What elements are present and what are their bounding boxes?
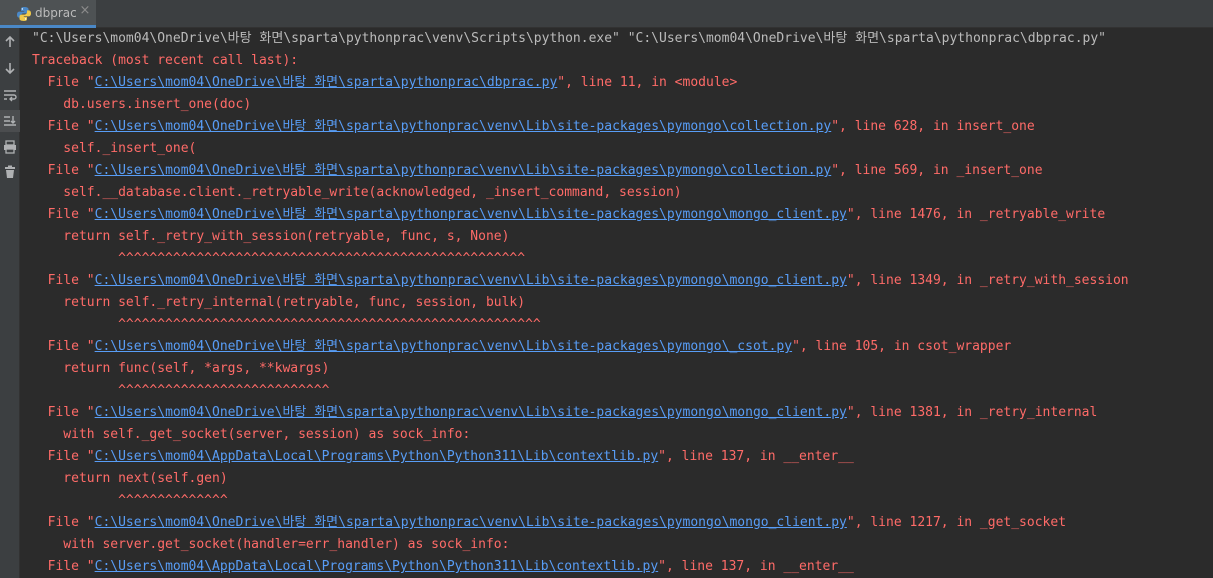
traceback-code-line: db.users.insert_one(doc) [32, 97, 252, 112]
file-path-link[interactable]: C:\Users\mom04\OneDrive\바탕 화면\sparta\pyt… [95, 163, 832, 178]
print-icon[interactable] [0, 136, 20, 158]
traceback-code-line: return func(self, *args, **kwargs) [32, 361, 330, 376]
file-path-link[interactable]: C:\Users\mom04\AppData\Local\Programs\Py… [95, 449, 659, 464]
file-path-link[interactable]: C:\Users\mom04\OneDrive\바탕 화면\sparta\pyt… [95, 207, 847, 222]
scroll-down-arrow-icon[interactable] [0, 57, 20, 79]
caret-marker-line: ^^^^^^^^^^^^^^^^^^^^^^^^^^^^^^^^^^^^^^^^… [32, 317, 541, 332]
run-command: "C:\Users\mom04\OneDrive\바탕 화면\sparta\py… [32, 31, 1107, 46]
traceback-file-line: File "C:\Users\mom04\OneDrive\바탕 화면\spar… [32, 160, 1043, 182]
traceback-file-line: File "C:\Users\mom04\OneDrive\바탕 화면\spar… [32, 336, 1012, 358]
file-path-link[interactable]: C:\Users\mom04\OneDrive\바탕 화면\sparta\pyt… [95, 515, 847, 530]
file-location: ", line 1349, in _retry_with_session [846, 273, 1129, 288]
traceback-code-line: return self._retry_with_session(retryabl… [32, 229, 510, 244]
traceback-code-line: with server.get_socket(handler=err_handl… [32, 537, 510, 552]
file-location: ", line 105, in csot_wrapper [792, 339, 1012, 354]
traceback-file-line: File "C:\Users\mom04\OneDrive\바탕 화면\spar… [32, 204, 1106, 226]
file-prefix: File " [32, 273, 95, 288]
scroll-up-arrow-icon[interactable] [0, 31, 20, 53]
file-prefix: File " [32, 339, 95, 354]
traceback-code-line: return next(self.gen) [32, 471, 228, 486]
file-prefix: File " [32, 515, 95, 530]
traceback-file-line: File "C:\Users\mom04\AppData\Local\Progr… [32, 446, 854, 468]
file-path-link[interactable]: C:\Users\mom04\OneDrive\바탕 화면\sparta\pyt… [95, 119, 832, 134]
file-prefix: File " [32, 449, 95, 464]
file-prefix: File " [32, 207, 95, 222]
file-prefix: File " [32, 163, 95, 178]
file-path-link[interactable]: C:\Users\mom04\OneDrive\바탕 화면\sparta\pyt… [95, 273, 847, 288]
file-location: ", line 137, in __enter__ [658, 559, 854, 574]
run-console-output[interactable]: "C:\Users\mom04\OneDrive\바탕 화면\sparta\py… [20, 28, 1213, 578]
tab-label: dbprac [35, 6, 77, 20]
file-path-link[interactable]: C:\Users\mom04\OneDrive\바탕 화면\sparta\pyt… [95, 405, 847, 420]
traceback-code-line: with self._get_socket(server, session) a… [32, 427, 471, 442]
file-path-link[interactable]: C:\Users\mom04\OneDrive\바탕 화면\sparta\pyt… [95, 75, 558, 90]
file-prefix: File " [32, 119, 95, 134]
caret-marker-line: ^^^^^^^^^^^^^^^^^^^^^^^^^^^^^^^^^^^^^^^^… [32, 251, 526, 266]
file-location: ", line 1476, in _retryable_write [846, 207, 1106, 222]
traceback-file-line: File "C:\Users\mom04\OneDrive\바탕 화면\spar… [32, 72, 738, 94]
traceback-file-line: File "C:\Users\mom04\OneDrive\바탕 화면\spar… [32, 270, 1129, 292]
traceback-code-line: self.__database.client._retryable_write(… [32, 185, 682, 200]
scroll-to-end-icon[interactable] [0, 110, 20, 132]
tab-dbprac[interactable]: dbprac × [0, 0, 96, 28]
traceback-code-line: self._insert_one( [32, 141, 197, 156]
traceback-file-line: File "C:\Users\mom04\AppData\Local\Progr… [32, 556, 854, 578]
python-file-icon [16, 6, 32, 22]
caret-marker-line: ^^^^^^^^^^^^^^^^^^^^^^^^^^^ [32, 383, 330, 398]
file-location: ", line 137, in __enter__ [658, 449, 854, 464]
file-prefix: File " [32, 559, 95, 574]
traceback-file-line: File "C:\Users\mom04\OneDrive\바탕 화면\spar… [32, 116, 1035, 138]
caret-marker-line: ^^^^^^^^^^^^^^ [32, 493, 228, 508]
soft-wrap-icon[interactable] [0, 84, 20, 106]
file-path-link[interactable]: C:\Users\mom04\OneDrive\바탕 화면\sparta\pyt… [95, 339, 792, 354]
file-location: ", line 1381, in _retry_internal [846, 405, 1098, 420]
traceback-file-line: File "C:\Users\mom04\OneDrive\바탕 화면\spar… [32, 512, 1066, 534]
traceback-code-line: return self._retry_internal(retryable, f… [32, 295, 526, 310]
file-location: ", line 11, in <module> [557, 75, 738, 90]
file-prefix: File " [32, 75, 95, 90]
file-location: ", line 569, in _insert_one [831, 163, 1043, 178]
trash-icon[interactable] [0, 161, 20, 183]
tab-bar: dbprac × [0, 0, 1213, 28]
console-toolbar [0, 28, 20, 578]
file-location: ", line 1217, in _get_socket [846, 515, 1067, 530]
traceback-file-line: File "C:\Users\mom04\OneDrive\바탕 화면\spar… [32, 402, 1098, 424]
file-prefix: File " [32, 405, 95, 420]
close-icon[interactable]: × [79, 4, 91, 17]
file-location: ", line 628, in insert_one [831, 119, 1035, 134]
file-path-link[interactable]: C:\Users\mom04\AppData\Local\Programs\Py… [95, 559, 659, 574]
traceback-header: Traceback (most recent call last): [32, 53, 299, 68]
